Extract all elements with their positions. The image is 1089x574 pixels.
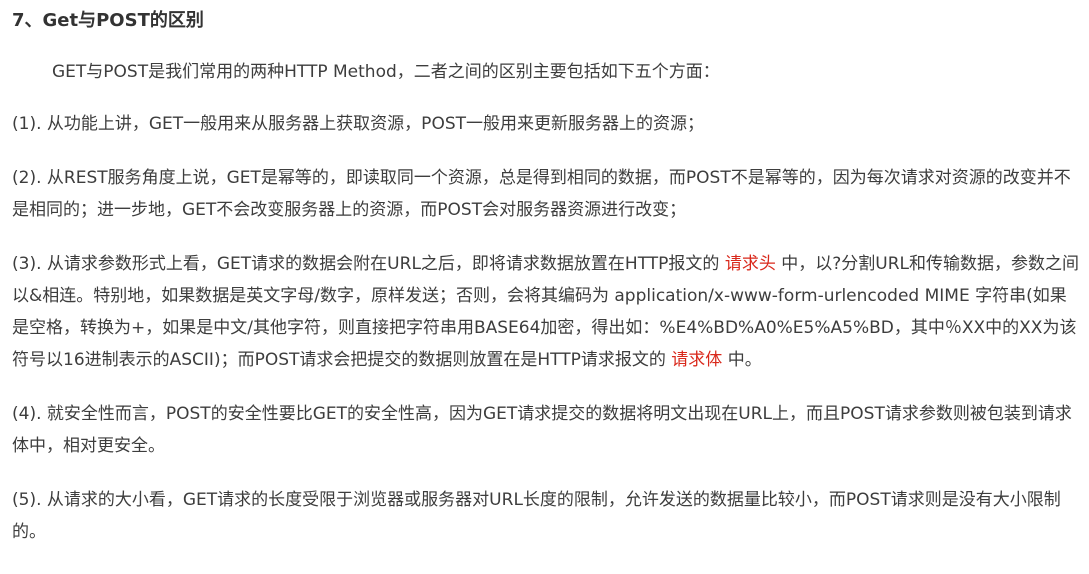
highlight-request-body: 请求体 — [671, 350, 723, 370]
point-5-paragraph: (5). 从请求的大小看，GET请求的长度受限于浏览器或服务器对URL长度的限制… — [12, 490, 1061, 542]
highlight-request-header: 请求头 — [724, 254, 776, 274]
point-3-text-a: (3). 从请求参数形式上看，GET请求的数据会附在URL之后，即将请求数据放置… — [12, 254, 725, 274]
intro-paragraph: GET与POST是我们常用的两种HTTP Method，二者之间的区别主要包括如… — [52, 62, 720, 82]
point-1-paragraph: (1). 从功能上讲，GET一般用来从服务器上获取资源，POST一般用来更新服务… — [12, 114, 704, 134]
section-heading: 7、Get与POST的区别 — [12, 10, 204, 31]
article-body: 7、Get与POST的区别 GET与POST是我们常用的两种HTTP Metho… — [0, 0, 1089, 548]
point-3-paragraph: (3). 从请求参数形式上看，GET请求的数据会附在URL之后，即将请求数据放置… — [12, 248, 1079, 376]
point-4-paragraph: (4). 就安全性而言，POST的安全性要比GET的安全性高，因为GET请求提交… — [12, 404, 1072, 456]
point-3-text-c: 中。 — [722, 350, 762, 370]
point-2-paragraph: (2). 从REST服务角度上说，GET是幂等的，即读取同一个资源，总是得到相同… — [12, 168, 1071, 220]
